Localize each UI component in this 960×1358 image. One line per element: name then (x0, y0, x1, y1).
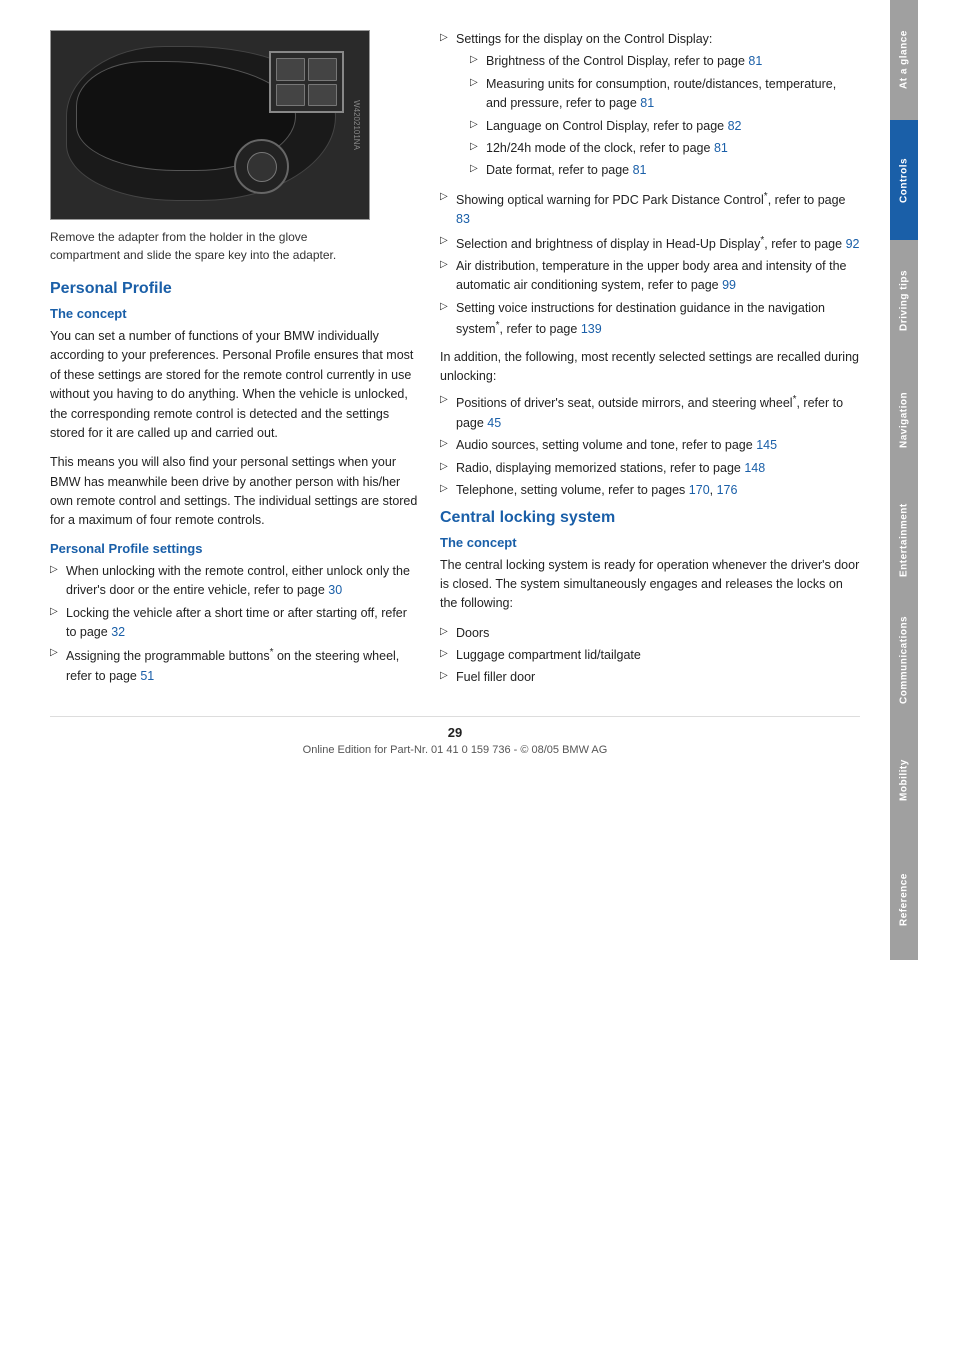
footer-text: Online Edition for Part-Nr. 01 41 0 159 … (303, 744, 608, 756)
settings-bullet-3: Assigning the programmable buttons* on t… (50, 645, 420, 686)
right-column: Settings for the display on the Control … (440, 30, 860, 696)
central-concept-heading: The concept (440, 535, 860, 550)
sidebar-tab-controls[interactable]: Controls (890, 120, 918, 240)
recalled-bullets: Positions of driver's seat, outside mirr… (440, 392, 860, 500)
main-content: W4202101NA Remove the adapter from the h… (0, 0, 890, 1358)
two-column-layout: W4202101NA Remove the adapter from the h… (50, 30, 860, 696)
link-99[interactable]: 99 (722, 278, 736, 292)
sidebar-tab-mobility[interactable]: Mobility (890, 720, 918, 840)
sidebar-tab-reference[interactable]: Reference (890, 840, 918, 960)
link-82[interactable]: 82 (728, 119, 742, 133)
link-81a[interactable]: 81 (748, 54, 762, 68)
audio-bullet: Audio sources, setting volume and tone, … (440, 436, 860, 455)
page-footer: 29 Online Edition for Part-Nr. 01 41 0 1… (50, 716, 860, 756)
pdc-bullet: Showing optical warning for PDC Park Dis… (440, 189, 860, 230)
link-81d[interactable]: 81 (633, 163, 647, 177)
telephone-bullet: Telephone, setting volume, refer to page… (440, 481, 860, 500)
voice-bullet: Setting voice instructions for destinati… (440, 299, 860, 340)
control-display-parent: Settings for the display on the Control … (440, 30, 860, 181)
measuring-bullet: Measuring units for consumption, route/d… (456, 75, 860, 114)
luggage-bullet: Luggage compartment lid/tailgate (440, 646, 860, 665)
air-bullet: Air distribution, temperature in the upp… (440, 257, 860, 296)
watermark: W4202101NA (352, 100, 361, 150)
central-locking-bullets: Doors Luggage compartment lid/tailgate F… (440, 624, 860, 688)
control-display-bullets: Settings for the display on the Control … (440, 30, 860, 340)
recalled-note: In addition, the following, most recentl… (440, 348, 860, 387)
radio-bullet: Radio, displaying memorized stations, re… (440, 459, 860, 478)
fuel-bullet: Fuel filler door (440, 668, 860, 687)
sidebar-tab-communications[interactable]: Communications (890, 600, 918, 720)
brightness-bullet: Brightness of the Control Display, refer… (456, 52, 860, 71)
link-148[interactable]: 148 (744, 461, 765, 475)
link-145[interactable]: 145 (756, 438, 777, 452)
settings-heading: Personal Profile settings (50, 541, 420, 556)
left-column: W4202101NA Remove the adapter from the h… (50, 30, 420, 696)
seat-bullet: Positions of driver's seat, outside mirr… (440, 392, 860, 433)
page-number: 29 (448, 725, 462, 740)
hud-bullet: Selection and brightness of display in H… (440, 233, 860, 255)
link-92[interactable]: 92 (846, 237, 860, 251)
settings-bullet-1: When unlocking with the remote control, … (50, 562, 420, 601)
sidebar-tab-navigation[interactable]: Navigation (890, 360, 918, 480)
date-bullet: Date format, refer to page 81 (456, 161, 860, 180)
concept-text-2: This means you will also find your perso… (50, 453, 420, 531)
sidebar-tab-driving[interactable]: Driving tips (890, 240, 918, 360)
settings-bullet-list: When unlocking with the remote control, … (50, 562, 420, 686)
central-concept-text: The central locking system is ready for … (440, 556, 860, 614)
clock-bullet: 12h/24h mode of the clock, refer to page… (456, 139, 860, 158)
personal-profile-heading: Personal Profile (50, 280, 420, 298)
link-139[interactable]: 139 (581, 322, 602, 336)
settings-bullet-2: Locking the vehicle after a short time o… (50, 604, 420, 643)
car-key-image: W4202101NA (50, 30, 370, 220)
right-sidebar: At a glance Controls Driving tips Naviga… (890, 0, 918, 1358)
link-170[interactable]: 170 (689, 483, 710, 497)
link-32[interactable]: 32 (111, 625, 125, 639)
doors-bullet: Doors (440, 624, 860, 643)
link-51[interactable]: 51 (140, 669, 154, 683)
link-83[interactable]: 83 (456, 212, 470, 226)
link-81c[interactable]: 81 (714, 141, 728, 155)
link-45[interactable]: 45 (487, 416, 501, 430)
concept-heading: The concept (50, 306, 420, 321)
link-30[interactable]: 30 (328, 583, 342, 597)
central-locking-heading: Central locking system (440, 509, 860, 527)
sidebar-tab-at-glance[interactable]: At a glance (890, 0, 918, 120)
concept-text-1: You can set a number of functions of you… (50, 327, 420, 443)
link-176[interactable]: 176 (717, 483, 738, 497)
image-caption: Remove the adapter from the holder in th… (50, 228, 370, 264)
language-bullet: Language on Control Display, refer to pa… (456, 117, 860, 136)
link-81b[interactable]: 81 (640, 96, 654, 110)
central-locking-section: Central locking system The concept The c… (440, 509, 860, 688)
sidebar-tab-entertainment[interactable]: Entertainment (890, 480, 918, 600)
